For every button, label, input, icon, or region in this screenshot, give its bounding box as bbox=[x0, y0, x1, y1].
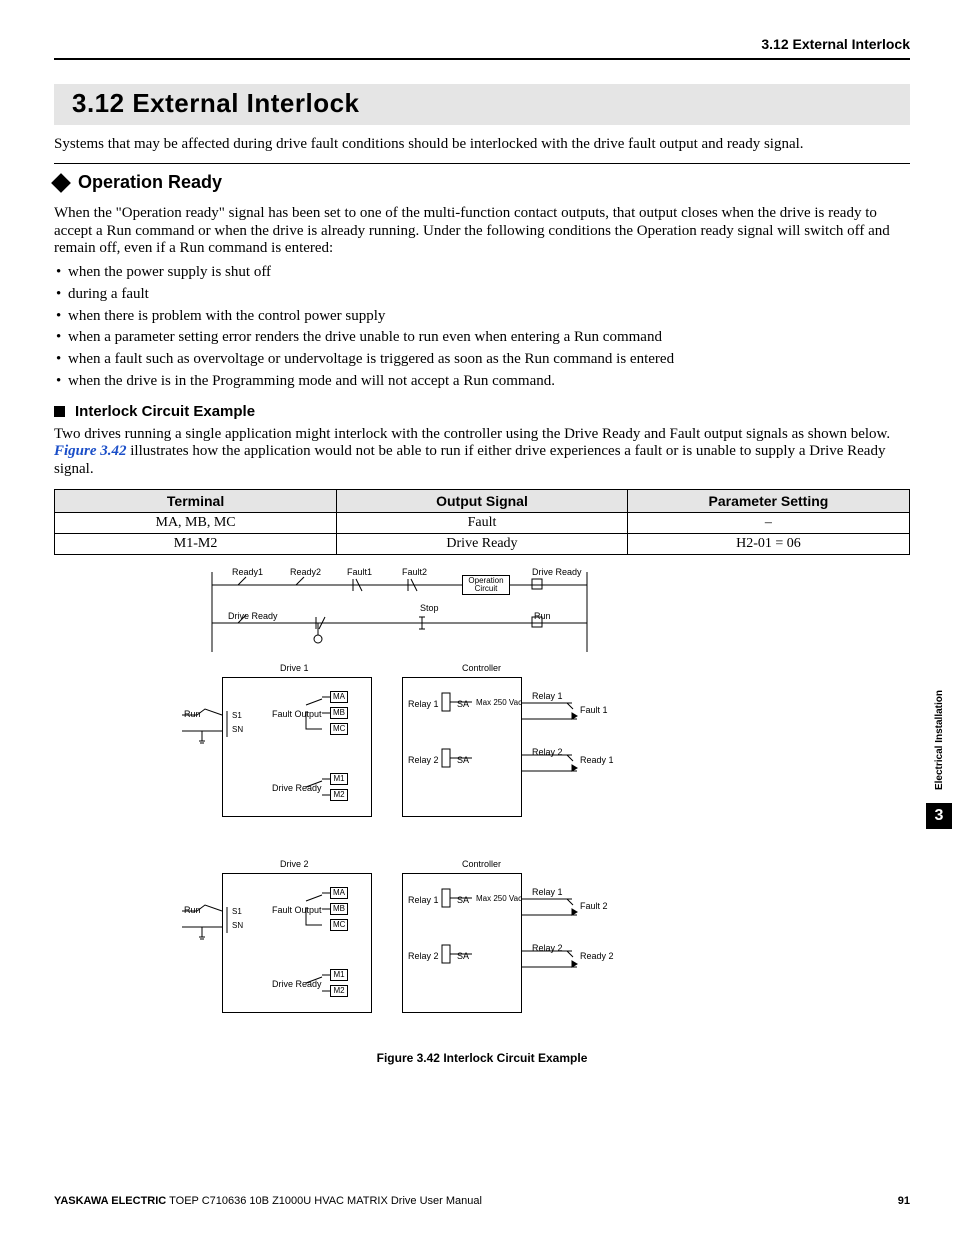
signal-table: Terminal Output Signal Parameter Setting… bbox=[54, 489, 910, 555]
list-item: when a fault such as overvoltage or unde… bbox=[54, 349, 910, 371]
diagram-wires-top bbox=[172, 567, 792, 657]
list-item: when a parameter setting error renders t… bbox=[54, 327, 910, 349]
operation-ready-para: When the "Operation ready" signal has be… bbox=[54, 205, 910, 258]
table-row: M1-M2 Drive Ready H2-01 = 06 bbox=[55, 533, 910, 554]
td: MA, MB, MC bbox=[55, 512, 337, 533]
interlock-para-before: Two drives running a single application … bbox=[54, 426, 890, 442]
drive-block-2: Drive 2 Controller Run S1 SN Fault Outpu… bbox=[172, 859, 792, 1029]
subheading2-text: Interlock Circuit Example bbox=[75, 403, 255, 420]
footer-left: YASKAWA ELECTRIC TOEP C710636 10B Z1000U… bbox=[54, 1195, 482, 1207]
side-tab: Electrical Installation 3 bbox=[924, 690, 954, 829]
td: – bbox=[627, 512, 909, 533]
side-label: Electrical Installation bbox=[934, 690, 945, 790]
figure-caption: Figure 3.42 Interlock Circuit Example bbox=[172, 1051, 792, 1065]
td: Drive Ready bbox=[337, 533, 628, 554]
figure-diagram: Ready1 Ready2 Fault1 Fault2 Operation Ci… bbox=[172, 567, 792, 1065]
th-param: Parameter Setting bbox=[627, 489, 909, 512]
diamond-icon bbox=[51, 173, 71, 193]
figure-ref-link[interactable]: Figure 3.42 bbox=[54, 443, 127, 459]
list-item: when the drive is in the Programming mod… bbox=[54, 371, 910, 393]
footer-brand: YASKAWA ELECTRIC bbox=[54, 1195, 166, 1207]
page-header-right: 3.12 External Interlock bbox=[54, 36, 910, 60]
th-terminal: Terminal bbox=[55, 489, 337, 512]
diagram-wires-block2 bbox=[172, 859, 632, 1019]
subheading-interlock-example: Interlock Circuit Example bbox=[54, 403, 910, 420]
table-row: MA, MB, MC Fault – bbox=[55, 512, 910, 533]
side-chapter-number: 3 bbox=[926, 803, 952, 829]
list-item: when the power supply is shut off bbox=[54, 262, 910, 284]
drive-block-1: Drive 1 Controller Run S1 SN Fault Outpu… bbox=[172, 663, 792, 833]
page-footer: YASKAWA ELECTRIC TOEP C710636 10B Z1000U… bbox=[54, 1195, 910, 1207]
subheading-operation-ready: Operation Ready bbox=[54, 172, 910, 193]
footer-doc: TOEP C710636 10B Z1000U HVAC MATRIX Driv… bbox=[166, 1195, 482, 1207]
subheading-text: Operation Ready bbox=[78, 172, 222, 193]
footer-page-number: 91 bbox=[898, 1195, 910, 1207]
section-intro: Systems that may be affected during driv… bbox=[54, 135, 910, 153]
interlock-para: Two drives running a single application … bbox=[54, 426, 910, 479]
td: M1-M2 bbox=[55, 533, 337, 554]
conditions-list: when the power supply is shut off during… bbox=[54, 262, 910, 393]
list-item: when there is problem with the control p… bbox=[54, 306, 910, 328]
td: H2-01 = 06 bbox=[627, 533, 909, 554]
td: Fault bbox=[337, 512, 628, 533]
diagram-wires-block1 bbox=[172, 663, 632, 823]
section-title: 3.12 External Interlock bbox=[54, 84, 910, 125]
interlock-para-after: illustrates how the application would no… bbox=[54, 443, 885, 477]
list-item: during a fault bbox=[54, 284, 910, 306]
square-icon bbox=[54, 406, 65, 417]
divider bbox=[54, 163, 910, 164]
th-output: Output Signal bbox=[337, 489, 628, 512]
